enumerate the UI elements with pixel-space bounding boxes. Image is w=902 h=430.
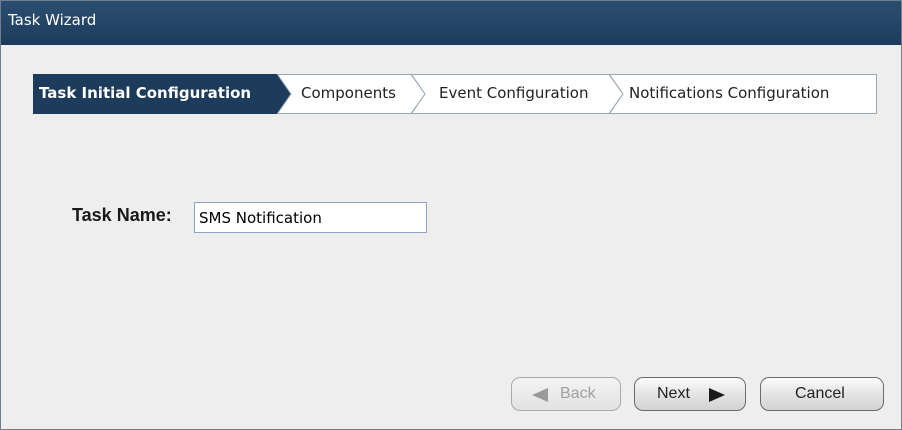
step-event-configuration[interactable]: Event Configuration xyxy=(411,74,625,114)
step-task-initial-configuration[interactable]: Task Initial Configuration xyxy=(33,74,291,114)
step-label: Event Configuration xyxy=(439,84,589,102)
window-title: Task Wizard xyxy=(8,11,97,29)
next-button-label: Next xyxy=(657,385,690,402)
task-name-input[interactable] xyxy=(194,202,427,233)
wizard-steps-breadcrumb: Task Initial Configuration Components Ev… xyxy=(33,74,877,114)
back-button[interactable]: Back xyxy=(511,377,621,411)
next-button[interactable]: Next xyxy=(634,377,746,411)
back-button-label: Back xyxy=(560,385,596,402)
arrow-right-icon xyxy=(709,388,725,402)
step-label: Components xyxy=(301,84,396,102)
cancel-button-label: Cancel xyxy=(795,385,845,402)
title-bar: Task Wizard xyxy=(1,1,901,45)
task-wizard-window: Task Wizard Task Initial Configuration C… xyxy=(0,0,902,430)
step-label: Notifications Configuration xyxy=(629,84,830,102)
task-name-label: Task Name: xyxy=(72,205,172,225)
arrow-left-icon xyxy=(532,388,548,402)
step-label: Task Initial Configuration xyxy=(39,84,252,102)
step-components[interactable]: Components xyxy=(277,74,427,114)
wizard-content: Task Initial Configuration Components Ev… xyxy=(1,45,901,429)
step-notifications-configuration[interactable]: Notifications Configuration xyxy=(609,74,877,114)
cancel-button[interactable]: Cancel xyxy=(760,377,884,411)
